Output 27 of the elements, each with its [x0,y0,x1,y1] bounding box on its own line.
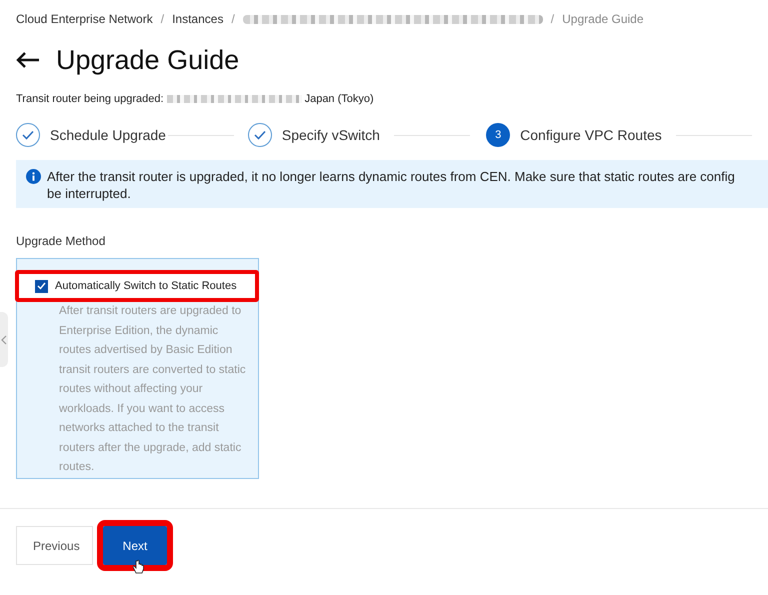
previous-button[interactable]: Previous [16,526,93,565]
router-label: Transit router being upgraded: [16,92,164,107]
breadcrumb-separator: / [550,11,554,28]
check-icon [37,282,46,290]
step-number: 3 [486,123,510,147]
option-description: After transit routers are upgraded to Enterprise Edition, the dynamic routes advertised by Basic Edition transit routers are converted to static routes without affecting your workloads. If you want to access networks attached to the transit routers after the upgrade, add static routes. [58,304,247,475]
breadcrumb-separator: / [160,11,164,28]
alert-text: After the transit router is upgraded, it no longer learns dynamic routes from CEN. Make sure that static routes are config [47,168,735,185]
option-label: Automatically Switch to Static Routes [55,278,237,294]
region-label: Japan (Tokyo) [304,92,374,107]
breadcrumb-separator: / [231,11,235,28]
checkbox[interactable] [35,280,48,292]
breadcrumb-link[interactable]: Instances [172,10,224,28]
step-label: Schedule Upgrade [50,126,166,145]
chevron-left-icon [1,334,7,344]
field-label: Upgrade Method [16,233,106,250]
page-title: Upgrade Guide [56,46,240,74]
collapse-handle[interactable] [0,312,8,367]
hand-cursor-icon [133,560,144,574]
breadcrumb-current: Upgrade Guide [562,11,644,28]
next-button[interactable]: Next [103,526,167,565]
breadcrumb-link[interactable]: Cloud Enterprise Network [16,10,153,28]
alert-text: be interrupted. [47,185,132,202]
back-arrow-icon[interactable] [16,51,40,69]
info-icon [26,169,41,184]
step-label: Specify vSwitch [282,126,380,145]
step-label: Configure VPC Routes [520,126,662,145]
